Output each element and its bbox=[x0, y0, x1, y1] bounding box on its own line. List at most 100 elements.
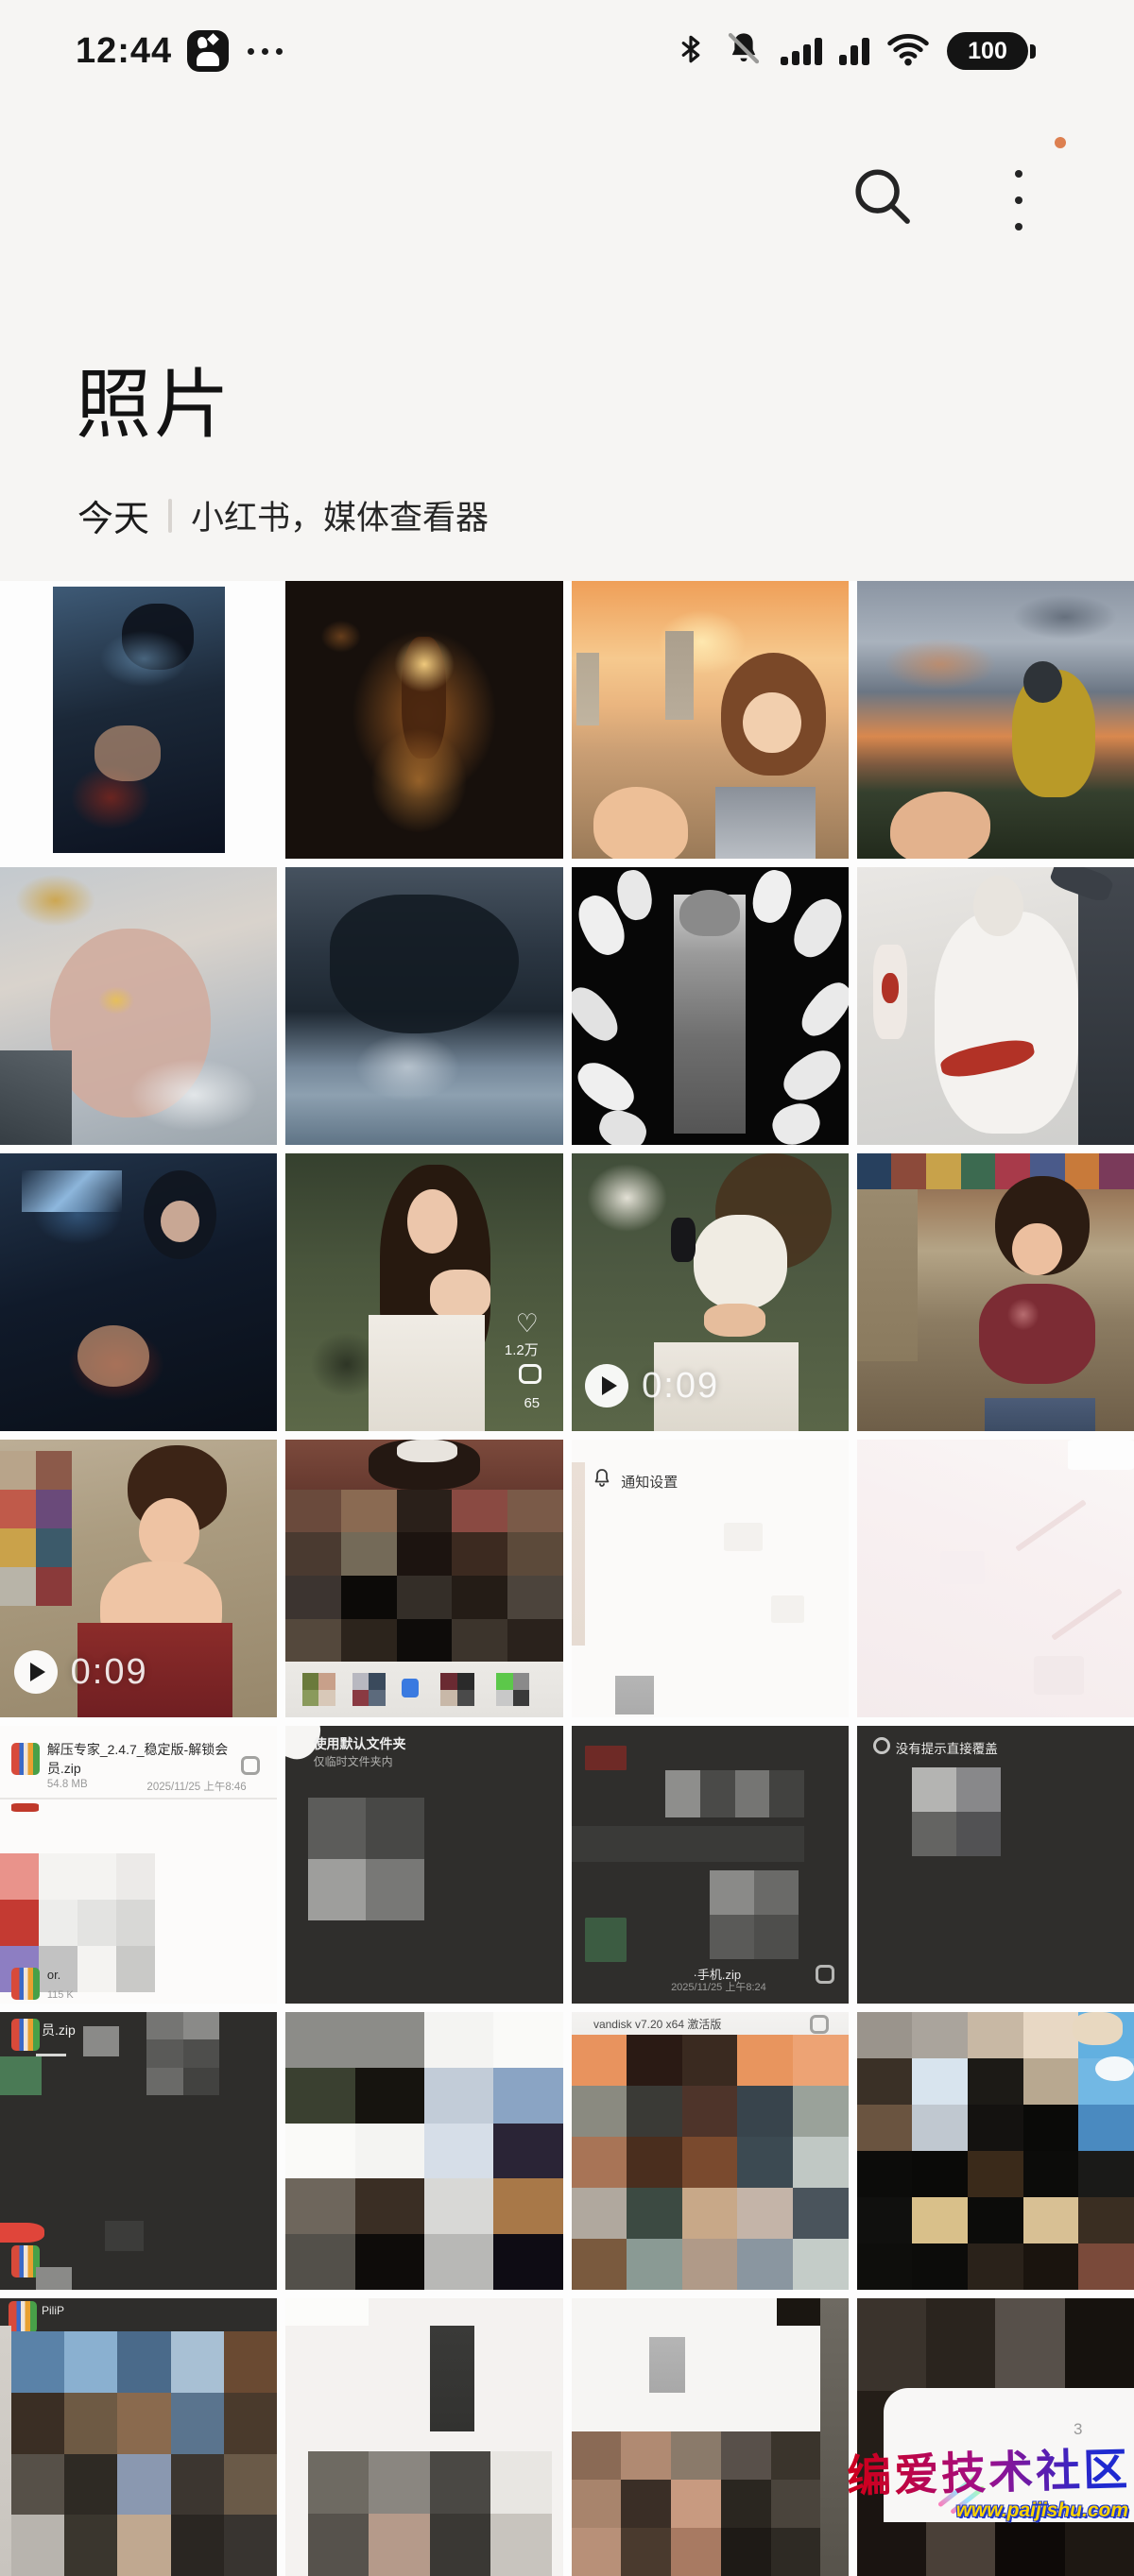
thumb-white-dress-girl[interactable]: ♡1.2万 65 bbox=[285, 1153, 562, 1431]
thumb-sword-girl-matted-layer-4 bbox=[0, 581, 277, 859]
more-options-button[interactable] bbox=[994, 168, 1043, 232]
thumb-light-screenshot-layer-0 bbox=[857, 1440, 1134, 1717]
video-duration: 0:09 bbox=[642, 1366, 719, 1407]
thumb-red-dress-video-layer-1 bbox=[0, 1451, 72, 1607]
signal-bars-sim1-icon bbox=[781, 37, 822, 65]
thumb-white-robe-warrior-layer-1 bbox=[1078, 867, 1134, 1145]
thumb-manga-fingers-layer-2 bbox=[679, 890, 741, 937]
zip-file-name-line1: 解压专家_2.4.7_稳定版-解锁会 bbox=[47, 1740, 228, 1759]
thumb-file-manager-screenshot-layer-8 bbox=[11, 1803, 39, 1812]
thumb-white-outfit-video-layer-4 bbox=[704, 1304, 765, 1337]
file-name-label: vandisk v7.20 x64 激活版 bbox=[593, 2016, 721, 2032]
thumb-default-folder-screenshot[interactable]: 使用默认文件夹仅临时文件夹内 bbox=[285, 1726, 562, 2004]
thumb-notification-settings-screenshot-layer-6 bbox=[615, 1676, 654, 1714]
temp-folder-label: 仅临时文件夹内 bbox=[314, 1753, 393, 1769]
thumb-phone-zip-screenshot-layer-3 bbox=[572, 1826, 804, 1862]
section-divider bbox=[168, 499, 172, 533]
thumb-overwrite-prompt-screenshot-layer-3 bbox=[912, 1767, 1001, 1856]
zip-file-icon bbox=[11, 2019, 40, 2051]
thumb-file-manager-screenshot[interactable]: 解压专家_2.4.7_稳定版-解锁会员.zip54.8 MB2025/11/25… bbox=[0, 1726, 277, 2004]
thumb-phone-zip-screenshot-layer-5 bbox=[585, 1918, 627, 1962]
thumb-default-folder-screenshot-layer-4 bbox=[308, 1798, 424, 1919]
thumb-sword-girl-matted-layer-5 bbox=[94, 725, 161, 781]
thumb-storm-cloud-layer-2 bbox=[285, 867, 562, 1145]
thumb-white-robe-warrior[interactable] bbox=[857, 867, 1134, 1145]
notification-overflow-icon bbox=[248, 48, 283, 55]
wifi-icon bbox=[886, 31, 930, 72]
thumb-monkey-king[interactable] bbox=[0, 867, 277, 1145]
thumb-mosaic-cat-layer-2 bbox=[1073, 2012, 1123, 2045]
thumb-activation-file-screenshot[interactable]: vandisk v7.20 x64 激活版 bbox=[572, 2012, 849, 2290]
signal-bars-sim2-icon bbox=[839, 37, 869, 65]
thumb-notification-settings-screenshot-layer-4 bbox=[724, 1523, 763, 1550]
notifications-muted-icon bbox=[724, 29, 764, 74]
thumb-pilip-file-screenshot[interactable]: PiliP bbox=[0, 2298, 277, 2576]
thumb-floral-top-girl-layer-6 bbox=[857, 1153, 1134, 1431]
thumb-mosaic-light-layer-1 bbox=[285, 2298, 369, 2326]
thumb-mosaic-portrait[interactable] bbox=[285, 1440, 562, 1717]
thumb-zip-list-screenshot-layer-5 bbox=[0, 2056, 42, 2095]
zip-file-size-partial: 115 K bbox=[47, 1989, 74, 2001]
thumb-mosaic-light[interactable] bbox=[285, 2298, 562, 2576]
bluetooth-icon bbox=[675, 30, 707, 73]
battery-icon: 100 bbox=[947, 32, 1036, 70]
thumb-white-robe-warrior-layer-7 bbox=[882, 973, 899, 1003]
thumb-sunset-anime-girl-layer-5 bbox=[743, 692, 801, 754]
thumb-dark-swordswoman-layer-6 bbox=[77, 1325, 149, 1387]
thumb-zip-list-screenshot[interactable]: 员.zip bbox=[0, 2012, 277, 2290]
thumb-overwrite-prompt-screenshot[interactable]: 没有提示直接覆盖 bbox=[857, 1726, 1134, 2004]
thumb-sunset-anime-girl-layer-2 bbox=[665, 631, 693, 720]
section-date-label: 今天 bbox=[77, 489, 149, 541]
thumb-white-outfit-video[interactable]: 0:09 bbox=[572, 1153, 849, 1431]
thumb-white-dress-girl-layer-5 bbox=[369, 1315, 485, 1431]
photo-grid: ♡1.2万650:090:09通知设置解压专家_2.4.7_稳定版-解锁会员.z… bbox=[0, 581, 1134, 2576]
thumb-mosaic-1[interactable] bbox=[285, 2012, 562, 2290]
thumb-sunset-anime-girl-layer-3 bbox=[576, 653, 598, 725]
play-badge-icon bbox=[585, 1364, 628, 1407]
thumb-dark-swordswoman[interactable] bbox=[0, 1153, 277, 1431]
comment-count: 65 bbox=[524, 1395, 540, 1411]
thumb-light-screenshot-layer-2 bbox=[940, 1551, 985, 1584]
thumb-yellow-jacket-sky[interactable] bbox=[857, 581, 1134, 859]
like-icon: ♡ bbox=[516, 1309, 539, 1339]
thumb-notification-settings-screenshot[interactable]: 通知设置 bbox=[572, 1440, 849, 1717]
thumb-manga-fingers[interactable] bbox=[572, 867, 849, 1145]
zip-file-icon bbox=[11, 1968, 40, 2000]
thumb-sword-girl-matted[interactable] bbox=[0, 581, 277, 859]
thumb-mosaic-cat[interactable] bbox=[857, 2012, 1134, 2290]
thumb-pilip-file-screenshot-layer-4 bbox=[11, 2331, 278, 2576]
search-icon bbox=[849, 216, 915, 232]
thumb-storm-cloud[interactable] bbox=[285, 867, 562, 1145]
thumb-mosaic-light-layer-2 bbox=[430, 2326, 474, 2431]
search-button[interactable] bbox=[849, 162, 917, 230]
section-albums-label: 小红书，媒体查看器 bbox=[191, 491, 489, 539]
thumb-white-robe-warrior-layer-4 bbox=[973, 876, 1023, 937]
thumb-white-outfit-video-layer-7: 0:09 bbox=[585, 1364, 719, 1407]
thumb-activation-file-screenshot-layer-4 bbox=[572, 2035, 849, 2290]
thumb-floral-top-girl[interactable] bbox=[857, 1153, 1134, 1431]
thumb-phone-zip-screenshot-layer-4 bbox=[710, 1870, 799, 1959]
thumb-mosaic-portrait-layer-6 bbox=[302, 1673, 335, 1706]
thumb-zip-list-screenshot-layer-7 bbox=[105, 2221, 144, 2251]
thumb-mosaic-figure-layer-3 bbox=[820, 2298, 848, 2576]
like-count: 1.2万 bbox=[505, 1339, 539, 1359]
overwrite-label: 没有提示直接覆盖 bbox=[896, 1738, 998, 1757]
default-folder-label: 使用默认文件夹 bbox=[314, 1734, 406, 1753]
zip-file-name: 员.zip bbox=[42, 2021, 76, 2039]
thumb-light-screenshot[interactable] bbox=[857, 1440, 1134, 1717]
zip-file-name-line2: 员.zip bbox=[47, 1759, 81, 1778]
thumb-red-dress-video[interactable]: 0:09 bbox=[0, 1440, 277, 1717]
thumb-mosaic-figure[interactable] bbox=[572, 2298, 849, 2576]
zip-file-date: 2025/11/25 上午8:46 bbox=[146, 1779, 246, 1794]
notification-settings-label: 通知设置 bbox=[621, 1472, 678, 1492]
thumb-phone-zip-screenshot[interactable]: ·手机.zip2025/11/25 上午8:24 bbox=[572, 1726, 849, 2004]
thumb-sunset-anime-girl[interactable] bbox=[572, 581, 849, 859]
thumb-mosaic-portrait-layer-3 bbox=[397, 1440, 458, 1462]
thumb-notification-settings-screenshot-layer-5 bbox=[771, 1595, 804, 1623]
thumb-mosaic-figure-layer-2 bbox=[649, 2337, 685, 2393]
radio-button bbox=[873, 1737, 890, 1754]
thumb-zip-list-screenshot-layer-4 bbox=[83, 2026, 119, 2056]
thumb-floral-top-girl-layer-7 bbox=[985, 1398, 1095, 1431]
thumb-flaming-ninja[interactable] bbox=[285, 581, 562, 859]
thumb-mosaic-portrait-layer-9 bbox=[440, 1673, 473, 1706]
